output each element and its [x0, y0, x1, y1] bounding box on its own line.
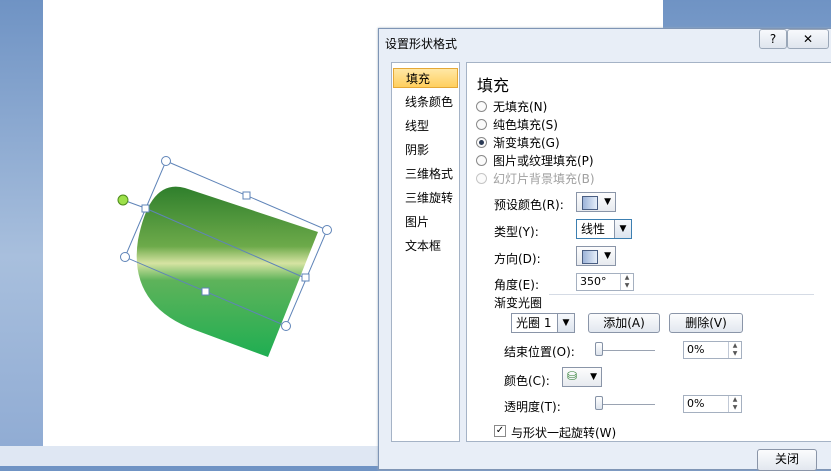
- transparency-slider-track[interactable]: [595, 404, 655, 405]
- radio-background-fill: 幻灯片背景填充(B): [476, 170, 595, 186]
- end-position-label: 结束位置(O):: [504, 345, 575, 359]
- spin-down-icon[interactable]: ▼: [733, 350, 738, 357]
- angle-spinner[interactable]: 350° ▲ ▼: [576, 273, 634, 291]
- format-shape-dialog: 设置形状格式 ? ✕ 填充 线条颜色 线型 阴影 三维格式 三维旋转 图片 文本…: [378, 28, 831, 471]
- gradient-stop-select[interactable]: 光圈 1 ▼: [511, 313, 575, 333]
- radio-circle[interactable]: [476, 154, 487, 166]
- transparency-value: 0%: [687, 397, 705, 410]
- dialog-title: 设置形状格式: [385, 37, 458, 51]
- dropdown-arrow-icon: ▼: [557, 314, 574, 332]
- direction-button[interactable]: ▼: [576, 246, 616, 266]
- type-label: 类型(Y):: [494, 225, 539, 239]
- transparency-slider-thumb[interactable]: [595, 396, 603, 410]
- nav-item-picture[interactable]: 图片: [393, 212, 458, 232]
- radio-label: 渐变填充(G): [493, 135, 560, 150]
- radio-circle[interactable]: [476, 118, 487, 130]
- resize-handle-tl[interactable]: [161, 156, 171, 166]
- angle-label: 角度(E):: [494, 278, 539, 292]
- end-position-spinner[interactable]: 0% ▲ ▼: [683, 341, 742, 359]
- radio-label: 幻灯片背景填充(B): [493, 171, 595, 186]
- color-picker-button[interactable]: ⛁ ▼: [562, 367, 602, 387]
- rotate-with-shape-checkbox[interactable]: ✓: [494, 425, 506, 437]
- nav-item-textbox[interactable]: 文本框: [393, 236, 458, 256]
- resize-handle-tr[interactable]: [322, 225, 332, 235]
- preset-colors-label: 预设颜色(R):: [494, 198, 564, 212]
- help-button[interactable]: ?: [759, 29, 787, 49]
- direction-swatch: [582, 250, 598, 264]
- rotation-handle[interactable]: [117, 194, 129, 206]
- resize-handle-left[interactable]: [141, 204, 150, 213]
- angle-value: 350°: [580, 275, 607, 288]
- panel-title: 填充: [477, 76, 510, 95]
- direction-label: 方向(D):: [494, 252, 541, 266]
- end-position-slider-thumb[interactable]: [595, 342, 603, 356]
- spin-down-icon[interactable]: ▼: [625, 282, 630, 289]
- paint-bucket-icon: ⛁: [567, 369, 578, 383]
- category-nav: 填充 线条颜色 线型 阴影 三维格式 三维旋转 图片 文本框: [391, 62, 460, 442]
- radio-circle-checked[interactable]: [476, 136, 487, 148]
- dropdown-arrow-icon: ▼: [590, 372, 597, 382]
- type-select[interactable]: 线性 ▼: [576, 219, 632, 239]
- resize-handle-top[interactable]: [242, 191, 251, 200]
- end-position-value: 0%: [687, 343, 705, 356]
- radio-no-fill[interactable]: 无填充(N): [476, 98, 547, 114]
- delete-stop-button[interactable]: 删除(V): [669, 313, 743, 333]
- resize-handle-bl[interactable]: [120, 252, 130, 262]
- gradient-stops-label: 渐变光圈: [494, 296, 543, 310]
- radio-picture-fill[interactable]: 图片或纹理填充(P): [476, 152, 594, 168]
- radio-label: 纯色填充(S): [493, 117, 558, 132]
- nav-item-line-style[interactable]: 线型: [393, 116, 458, 136]
- radio-circle[interactable]: [476, 100, 487, 112]
- close-button[interactable]: ✕: [787, 29, 829, 49]
- spin-down-icon[interactable]: ▼: [733, 404, 738, 411]
- radio-label: 无填充(N): [493, 99, 548, 114]
- nav-item-fill[interactable]: 填充: [393, 68, 458, 88]
- resize-handle-bottom[interactable]: [201, 287, 210, 296]
- radio-solid-fill[interactable]: 纯色填充(S): [476, 116, 558, 132]
- radio-gradient-fill[interactable]: 渐变填充(G): [476, 134, 560, 150]
- spin-arrows[interactable]: ▲ ▼: [728, 396, 741, 412]
- nav-item-3d-rotation[interactable]: 三维旋转: [393, 188, 458, 208]
- spin-up-icon[interactable]: ▲: [733, 342, 738, 349]
- help-icon: ?: [769, 32, 777, 46]
- radio-circle: [476, 172, 487, 184]
- resize-handle-right[interactable]: [301, 273, 310, 282]
- dropdown-arrow-icon: ▼: [614, 220, 631, 238]
- selected-shape[interactable]: [0, 0, 380, 466]
- section-divider: [549, 294, 814, 295]
- transparency-spinner[interactable]: 0% ▲ ▼: [683, 395, 742, 413]
- stop-value: 光圈 1: [516, 316, 552, 330]
- spin-arrows[interactable]: ▲ ▼: [620, 274, 633, 290]
- add-stop-button[interactable]: 添加(A): [588, 313, 660, 333]
- preset-colors-button[interactable]: ▼: [576, 192, 616, 212]
- close-icon: ✕: [802, 32, 814, 46]
- spin-up-icon[interactable]: ▲: [625, 274, 630, 281]
- dropdown-arrow-icon: ▼: [604, 251, 611, 261]
- color-label: 颜色(C):: [504, 374, 550, 388]
- dropdown-arrow-icon: ▼: [604, 197, 611, 207]
- rotate-with-shape-label: 与形状一起旋转(W): [511, 426, 617, 440]
- nav-item-line-color[interactable]: 线条颜色: [393, 92, 458, 112]
- nav-item-shadow[interactable]: 阴影: [393, 140, 458, 160]
- transparency-label: 透明度(T):: [504, 400, 561, 414]
- spin-up-icon[interactable]: ▲: [733, 396, 738, 403]
- radio-label: 图片或纹理填充(P): [493, 153, 594, 168]
- type-value: 线性: [581, 222, 606, 236]
- close-dialog-button[interactable]: 关闭: [757, 449, 817, 471]
- resize-handle-br[interactable]: [281, 321, 291, 331]
- end-position-slider-track[interactable]: [595, 350, 655, 351]
- spin-arrows[interactable]: ▲ ▼: [728, 342, 741, 358]
- fill-panel: 填充 无填充(N) 纯色填充(S) 渐变填充(G) 图片或纹理填充(P) 幻灯片…: [466, 62, 831, 442]
- gradient-swatch: [582, 196, 598, 210]
- nav-item-3d-format[interactable]: 三维格式: [393, 164, 458, 184]
